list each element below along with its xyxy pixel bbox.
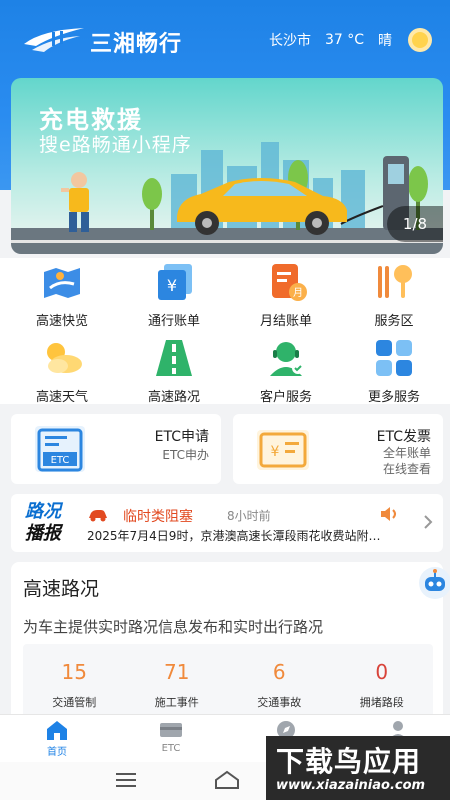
watermark-text: 下载鸟应用 bbox=[276, 745, 422, 778]
service-label: 更多服务 bbox=[367, 390, 420, 405]
service-label: 客户服务 bbox=[259, 390, 312, 405]
service-area-icon bbox=[378, 265, 412, 298]
app-name: 三湘畅行 bbox=[90, 32, 183, 57]
chevron-right-icon[interactable] bbox=[423, 514, 433, 530]
yuan-bill-icon: ¥ bbox=[158, 264, 192, 300]
stat-value: 6 bbox=[272, 660, 286, 684]
tab-label: ETC bbox=[161, 743, 181, 754]
weather-label: 晴 bbox=[378, 33, 392, 49]
news-tag-line: 路况 bbox=[25, 501, 61, 522]
news-time: 8小时前 bbox=[227, 509, 271, 523]
etc-card-icon: ETC bbox=[35, 426, 85, 472]
banner-page-indicator: 1/8 bbox=[387, 206, 443, 242]
section-description: 为车主提供实时路况信息发布和实时出行路况 bbox=[23, 618, 324, 636]
svg-text:ETC: ETC bbox=[51, 455, 70, 466]
sun-icon bbox=[408, 28, 432, 52]
more-grid-icon bbox=[376, 340, 412, 376]
etc-invoice-card[interactable]: ¥ ETC发票 全年账单 在线查看 bbox=[233, 414, 443, 484]
svg-text:月: 月 bbox=[293, 287, 303, 299]
stat-traffic-control[interactable]: 15 交通管制 bbox=[23, 644, 126, 722]
service-toll-bill[interactable]: ¥ 通行账单 bbox=[118, 262, 230, 329]
watermark-url: www.xiazainiao.com bbox=[276, 778, 426, 793]
invoice-icon: ¥ bbox=[257, 430, 309, 470]
svg-text:¥: ¥ bbox=[271, 444, 280, 460]
news-tag-line: 播报 bbox=[25, 523, 61, 544]
stat-accidents[interactable]: 6 交通事故 bbox=[228, 644, 331, 722]
news-text: 2025年7月4日9时，京港澳高速长潭段雨花收费站附… bbox=[87, 529, 381, 543]
monthly-bill-icon: 月 bbox=[272, 264, 307, 301]
weather-icon bbox=[47, 343, 82, 373]
home-icon bbox=[47, 721, 67, 740]
customer-service-icon bbox=[270, 342, 304, 376]
stat-label: 施工事件 bbox=[154, 696, 199, 709]
etc-apply-card[interactable]: ETC ETC申请 ETC申办 bbox=[11, 414, 221, 484]
service-label: 高速天气 bbox=[35, 390, 88, 405]
tab-etc[interactable]: ETC bbox=[141, 719, 201, 754]
news-tag-badge: 路况 播报 bbox=[25, 501, 69, 545]
stat-label: 交通事故 bbox=[257, 696, 302, 709]
section-title: 高速路况 bbox=[23, 578, 100, 600]
system-home-icon[interactable] bbox=[214, 770, 240, 790]
stat-label: 交通管制 bbox=[52, 696, 97, 709]
service-customer-service[interactable]: 客户服务 bbox=[230, 338, 342, 405]
watermark-logo: 下载鸟应用 www.xiazainiao.com bbox=[266, 736, 450, 800]
stat-congestion[interactable]: 0 拥堵路段 bbox=[331, 644, 434, 722]
etc-card-subtitle: ETC申办 bbox=[162, 448, 209, 462]
service-service-area[interactable]: 服务区 bbox=[338, 262, 450, 329]
service-highway-overview[interactable]: 高速快览 bbox=[6, 262, 118, 329]
temperature-label: 37 °C bbox=[324, 32, 364, 48]
service-road-conditions[interactable]: 高速路况 bbox=[118, 338, 230, 405]
service-label: 通行账单 bbox=[147, 314, 200, 329]
robot-assistant-icon[interactable] bbox=[418, 566, 450, 600]
road-conditions-section: 高速路况 为车主提供实时路况信息发布和实时出行路况 15 交通管制 71 施工事… bbox=[11, 562, 443, 722]
tab-label: 首页 bbox=[47, 747, 67, 758]
service-highway-weather[interactable]: 高速天气 bbox=[6, 338, 118, 405]
service-label: 服务区 bbox=[374, 314, 414, 329]
car-alert-icon bbox=[89, 510, 107, 522]
services-grid: 高速快览 ¥ 通行账单 月 月结账单 服务区 高速天气 高速路况 客户服务 更多… bbox=[0, 258, 450, 405]
etc-card-subtitle: 全年账单 bbox=[382, 446, 431, 460]
tab-home[interactable]: 首页 bbox=[27, 719, 87, 758]
city-label: 长沙市 bbox=[268, 33, 311, 49]
speaker-icon[interactable] bbox=[379, 506, 401, 522]
service-label: 月结账单 bbox=[259, 314, 312, 329]
promo-banner[interactable]: 充电救援 搜e路畅通小程序 1/8 bbox=[11, 78, 443, 254]
weather-widget[interactable]: 长沙市 37 °C 晴 bbox=[269, 26, 434, 54]
etc-card-title: ETC发票 bbox=[376, 429, 431, 445]
app-logo-icon bbox=[24, 28, 84, 52]
service-more[interactable]: 更多服务 bbox=[338, 338, 450, 405]
news-category: 临时类阻塞 bbox=[123, 509, 193, 525]
service-label: 高速路况 bbox=[147, 390, 200, 405]
stat-value: 71 bbox=[164, 660, 190, 684]
stat-label: 拥堵路段 bbox=[359, 696, 404, 709]
etc-card-title: ETC申请 bbox=[154, 429, 209, 445]
map-icon bbox=[44, 268, 80, 298]
menu-icon[interactable] bbox=[116, 772, 136, 788]
etc-tab-icon bbox=[160, 723, 182, 737]
banner-subtitle: 搜e路畅通小程序 bbox=[39, 134, 192, 156]
etc-card-subtitle: 在线查看 bbox=[382, 462, 431, 476]
traffic-news-ticker[interactable]: 路况 播报 临时类阻塞 8小时前 2025年7月4日9时，京港澳高速长潭段雨花收… bbox=[11, 494, 443, 552]
stat-value: 0 bbox=[375, 660, 389, 684]
stat-construction[interactable]: 71 施工事件 bbox=[126, 644, 229, 722]
stat-value: 15 bbox=[61, 660, 87, 684]
road-stats: 15 交通管制 71 施工事件 6 交通事故 0 拥堵路段 bbox=[23, 644, 433, 722]
service-label: 高速快览 bbox=[35, 314, 88, 329]
svg-text:¥: ¥ bbox=[167, 276, 177, 295]
header-bar: 三湘畅行 长沙市 37 °C 晴 bbox=[0, 14, 450, 66]
road-icon bbox=[156, 340, 192, 376]
service-monthly-bill[interactable]: 月 月结账单 bbox=[230, 262, 342, 329]
